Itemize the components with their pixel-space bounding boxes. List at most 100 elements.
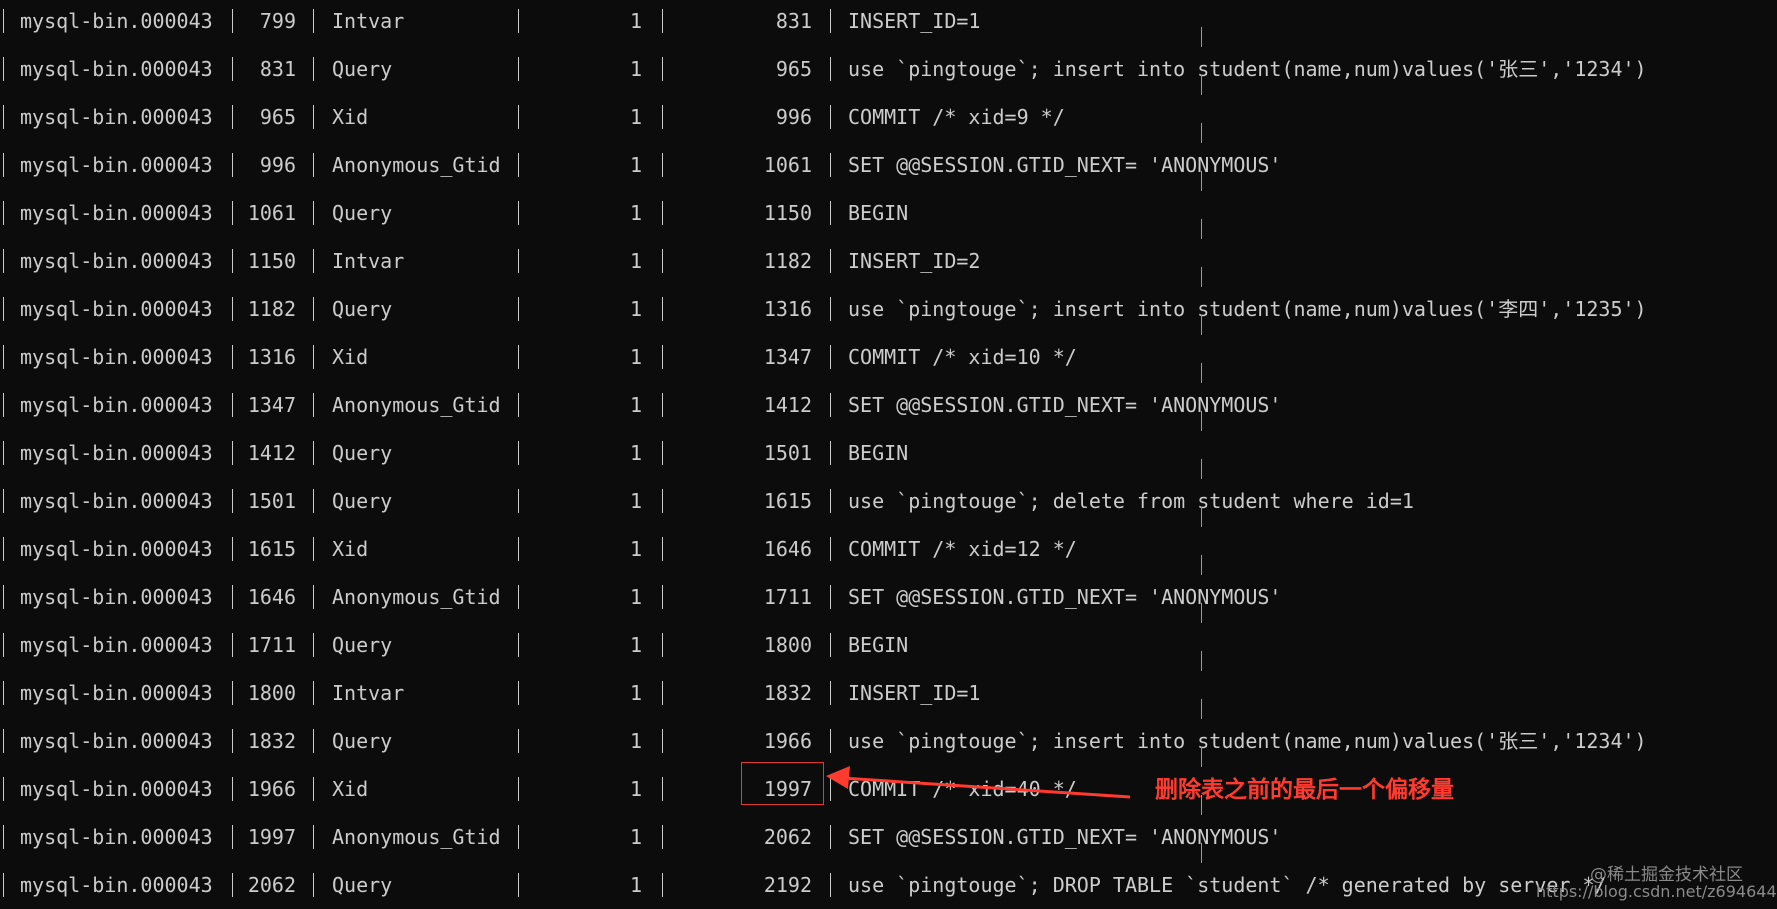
column-separator: [830, 393, 831, 417]
pos-cell: 2062: [247, 873, 296, 897]
column-separator: [662, 585, 663, 609]
vertical-tick-mark: [1201, 459, 1202, 479]
annotation-text: 删除表之前的最后一个偏移量: [1155, 777, 1454, 803]
column-separator: [830, 873, 831, 897]
event-type-cell: Xid: [332, 105, 369, 129]
column-separator: [830, 537, 831, 561]
info-cell: INSERT_ID=1: [848, 681, 981, 705]
column-separator: [830, 585, 831, 609]
column-separator: [830, 201, 831, 225]
column-separator: [518, 345, 519, 369]
pos-cell: 1997: [247, 825, 296, 849]
column-separator: [518, 537, 519, 561]
column-separator: [662, 57, 663, 81]
column-separator: [3, 345, 4, 369]
column-separator: [313, 777, 314, 801]
event-type-cell: Anonymous_Gtid: [332, 153, 501, 177]
column-separator: [830, 489, 831, 513]
log-name-cell: mysql-bin.000043: [20, 825, 213, 849]
vertical-tick-mark: [1201, 123, 1202, 143]
server-id-cell: 1: [629, 57, 642, 81]
column-separator: [662, 729, 663, 753]
column-separator: [518, 489, 519, 513]
info-cell: BEGIN: [848, 441, 909, 465]
event-type-cell: Query: [332, 441, 393, 465]
pos-cell: 831: [259, 57, 296, 81]
column-separator: [830, 153, 831, 177]
column-separator: [3, 537, 4, 561]
column-separator: [518, 681, 519, 705]
info-cell: BEGIN: [848, 633, 909, 657]
event-type-cell: Intvar: [332, 681, 405, 705]
column-separator: [830, 825, 831, 849]
pos-cell: 965: [259, 105, 296, 129]
vertical-tick-mark: [1201, 27, 1202, 47]
column-separator: [830, 777, 831, 801]
column-separator: [662, 297, 663, 321]
table-row: mysql-bin.000043 1182 Query 1 1316 use `pingt…: [0, 291, 1777, 339]
column-separator: [3, 489, 4, 513]
table-row: mysql-bin.000043 1347 Anonymous_Gtid 1 1412 S…: [0, 387, 1777, 435]
column-separator: [3, 105, 4, 129]
column-separator: [830, 297, 831, 321]
column-separator: [830, 345, 831, 369]
pos-cell: 1501: [247, 489, 296, 513]
pos-cell: 1347: [247, 393, 296, 417]
column-separator: [830, 105, 831, 129]
vertical-tick-mark: [1201, 315, 1202, 335]
info-cell: use `pingtouge`; insert into student(nam…: [848, 297, 1647, 321]
vertical-tick-mark: [1201, 219, 1202, 239]
column-separator: [313, 153, 314, 177]
log-name-cell: mysql-bin.000043: [20, 777, 213, 801]
column-separator: [313, 729, 314, 753]
end-log-pos-cell: 1711: [763, 585, 812, 609]
end-log-pos-cell: 1501: [763, 441, 812, 465]
column-separator: [518, 105, 519, 129]
log-name-cell: mysql-bin.000043: [20, 105, 213, 129]
column-separator: [3, 297, 4, 321]
server-id-cell: 1: [629, 153, 642, 177]
column-separator: [518, 441, 519, 465]
info-cell: use `pingtouge`; insert into student(nam…: [848, 57, 1647, 81]
info-cell: use `pingtouge`; insert into student(nam…: [848, 729, 1647, 753]
server-id-cell: 1: [629, 873, 642, 897]
watermark-url: https://blog.csdn.net/z694644032: [1536, 882, 1777, 901]
event-type-cell: Query: [332, 873, 393, 897]
log-name-cell: mysql-bin.000043: [20, 729, 213, 753]
column-separator: [518, 825, 519, 849]
event-type-cell: Anonymous_Gtid: [332, 825, 501, 849]
event-type-cell: Anonymous_Gtid: [332, 585, 501, 609]
column-separator: [662, 537, 663, 561]
column-separator: [662, 105, 663, 129]
server-id-cell: 1: [629, 9, 642, 33]
info-cell: INSERT_ID=1: [848, 9, 981, 33]
column-separator: [313, 345, 314, 369]
info-cell: COMMIT /* xid=10 */: [848, 345, 1077, 369]
event-type-cell: Xid: [332, 777, 369, 801]
column-separator: [3, 825, 4, 849]
column-separator: [518, 153, 519, 177]
highlight-box: [741, 762, 824, 805]
table-row: mysql-bin.000043 1061 Query 1 1150 BEGIN: [0, 195, 1777, 243]
log-name-cell: mysql-bin.000043: [20, 873, 213, 897]
vertical-tick-mark: [1201, 843, 1202, 863]
log-name-cell: mysql-bin.000043: [20, 489, 213, 513]
table-row: mysql-bin.000043 1316 Xid 1 1347 COMMIT /* xi…: [0, 339, 1777, 387]
end-log-pos-cell: 1646: [763, 537, 812, 561]
table-row: mysql-bin.000043 1615 Xid 1 1646 COMMIT /* xi…: [0, 531, 1777, 579]
event-type-cell: Query: [332, 297, 393, 321]
table-row: mysql-bin.000043 1501 Query 1 1615 use `pingt…: [0, 483, 1777, 531]
pos-cell: 996: [259, 153, 296, 177]
event-type-cell: Query: [332, 633, 393, 657]
end-log-pos-cell: 1150: [763, 201, 812, 225]
event-type-cell: Query: [332, 729, 393, 753]
column-separator: [313, 249, 314, 273]
server-id-cell: 1: [629, 585, 642, 609]
end-log-pos-cell: 1061: [763, 153, 812, 177]
log-name-cell: mysql-bin.000043: [20, 537, 213, 561]
server-id-cell: 1: [629, 297, 642, 321]
server-id-cell: 1: [629, 345, 642, 369]
vertical-tick-mark: [1201, 171, 1202, 191]
pos-cell: 1061: [247, 201, 296, 225]
column-separator: [313, 9, 314, 33]
